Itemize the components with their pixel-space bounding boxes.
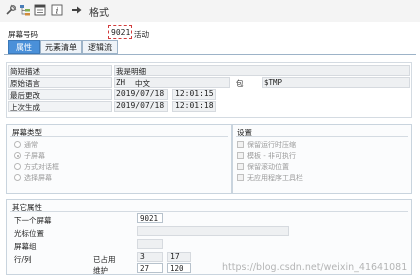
rows-cols-label: 行/列 — [14, 255, 32, 264]
maint-cols-input[interactable]: 120 — [167, 263, 191, 273]
screen-number-label: 屏幕号码 — [8, 30, 38, 39]
status-text: 活动 — [134, 30, 149, 39]
checkbox-hold-compression[interactable] — [237, 141, 244, 148]
next-screen-input[interactable]: 9021 — [137, 213, 163, 223]
last-change-time: 12:01:15 — [175, 89, 214, 98]
tools-icon[interactable] — [4, 3, 18, 17]
display-object-list-icon[interactable] — [33, 3, 47, 17]
orig-lang-name: 中文 — [135, 79, 150, 88]
maint-cols-value: 120 — [170, 263, 184, 273]
screen-group-field[interactable] — [137, 239, 163, 249]
hierarchy-icon[interactable] — [18, 3, 32, 17]
used-rows-value: 3 — [140, 252, 145, 261]
screen-number-value: 9021 — [111, 28, 131, 37]
package-field — [262, 77, 410, 88]
orig-lang-field — [114, 77, 230, 88]
orig-lang-label: 原始语言 — [10, 79, 40, 88]
radio-modal-dialog-label: 方式对话框 — [24, 163, 59, 171]
radio-subscreen-label: 子屏幕 — [24, 152, 45, 160]
last-change-date: 2019/07/18 — [116, 89, 165, 98]
orig-lang-code: ZH — [116, 78, 126, 87]
used-label: 已占用 — [93, 255, 116, 264]
package-label: 包 — [236, 79, 244, 88]
cursor-position-label: 光标位置 — [14, 229, 44, 238]
short-desc-field — [114, 65, 410, 76]
checkbox-hold-scroll[interactable] — [237, 163, 244, 170]
short-desc-label: 简短描述 — [10, 67, 40, 76]
maint-label: 维护 — [93, 266, 108, 275]
arrow-right-icon[interactable] — [70, 3, 84, 17]
last-gen-time: 12:01:18 — [175, 101, 214, 110]
checkbox-hold-scroll-label: 保留滚动位置 — [247, 163, 289, 171]
checkbox-template-nonexec[interactable] — [237, 152, 244, 159]
radio-modal-dialog[interactable] — [14, 163, 21, 170]
svg-text:i: i — [56, 7, 59, 16]
last-gen-date: 2019/07/18 — [116, 101, 165, 110]
package-value: $TMP — [264, 78, 283, 87]
checkbox-template-nonexec-label: 模板 - 非可执行 — [247, 152, 296, 160]
radio-selection-screen-label: 选择屏幕 — [24, 174, 52, 182]
info-icon[interactable]: i — [50, 3, 64, 17]
last-change-label: 最后更改 — [10, 91, 40, 100]
checkbox-hold-compression-label: 保留运行时压缩 — [247, 141, 296, 149]
other-attributes-divider — [10, 211, 408, 212]
radio-selection-screen[interactable] — [14, 174, 21, 181]
radio-subscreen[interactable] — [14, 152, 21, 159]
next-screen-value: 9021 — [140, 213, 159, 223]
screen-type-divider — [10, 136, 228, 137]
next-screen-label: 下一个屏幕 — [14, 216, 52, 225]
watermark-text: https://blog.csdn.net/weixin_41641081 — [222, 262, 408, 273]
radio-normal-label: 通常 — [24, 141, 38, 149]
format-menu-label[interactable]: 格式 — [89, 4, 109, 19]
screen-group-label: 屏幕组 — [14, 242, 37, 251]
short-desc-value: 我是明细 — [116, 67, 146, 76]
checkbox-no-toolbar-label: 无应用程序工具栏 — [247, 174, 303, 182]
used-cols-value: 17 — [170, 252, 180, 261]
tab-flow-logic[interactable]: 逻辑流 — [82, 40, 118, 54]
radio-normal[interactable] — [14, 141, 21, 148]
cursor-position-field[interactable] — [137, 226, 289, 236]
last-gen-label: 上次生成 — [10, 103, 40, 112]
toolbar: i 格式 — [0, 0, 420, 22]
tab-attributes[interactable]: 属性 — [8, 40, 40, 54]
maint-rows-input[interactable]: 27 — [137, 263, 163, 273]
tab-element-list[interactable]: 元素清单 — [40, 40, 82, 54]
tab-divider — [4, 54, 416, 55]
settings-divider — [236, 136, 408, 137]
maint-rows-value: 27 — [140, 263, 150, 273]
checkbox-no-toolbar[interactable] — [237, 174, 244, 181]
